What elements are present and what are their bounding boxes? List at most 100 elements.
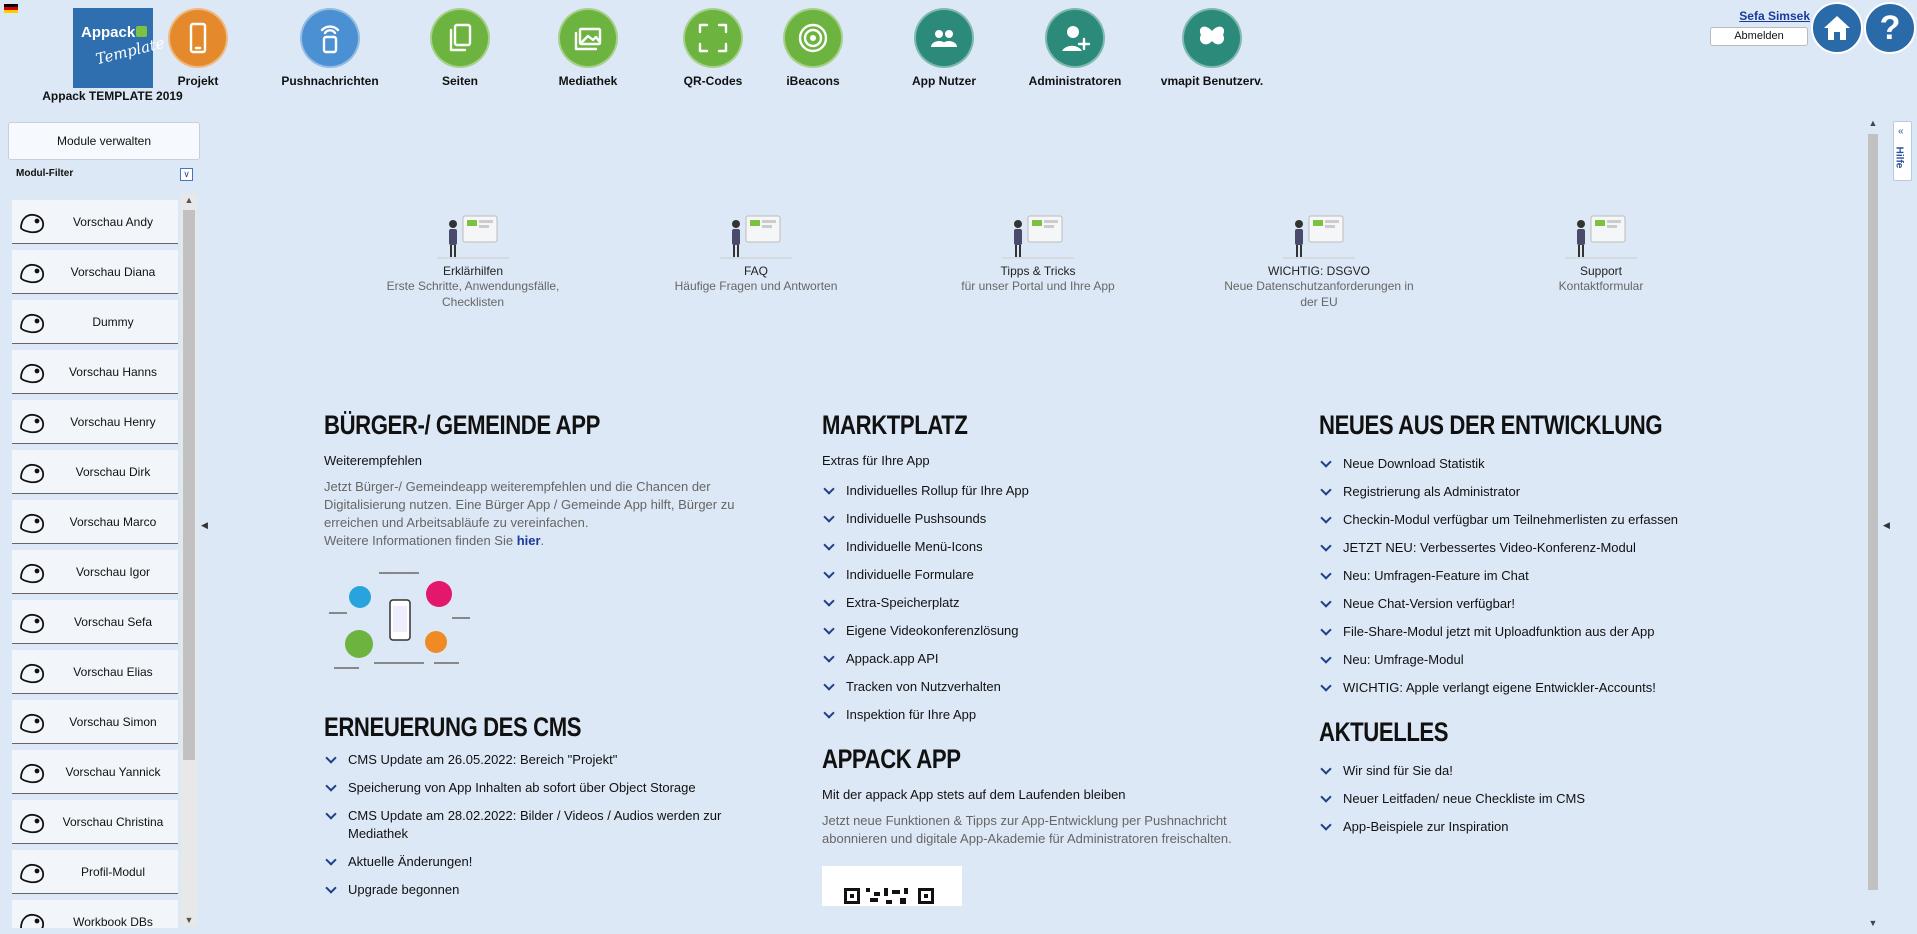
sidebar-scroll-thumb[interactable] — [183, 210, 195, 760]
nav-projekt[interactable]: Projekt — [123, 8, 273, 88]
chevron-list-item[interactable]: Appack.app API — [822, 650, 1242, 668]
chevron-list-item[interactable]: Wir sind für Sie da! — [1319, 762, 1799, 780]
quick-link-card[interactable]: Support Kontaktformular — [1501, 210, 1701, 294]
module-item[interactable]: Dummy — [12, 300, 178, 344]
module-item[interactable]: Vorschau Elias — [12, 650, 178, 694]
section-heading: Marktplatz — [822, 410, 968, 440]
qr-code-image — [822, 866, 962, 906]
chevron-list-item[interactable]: Individuelles Rollup für Ihre App — [822, 482, 1242, 500]
main-scroll-thumb[interactable] — [1868, 134, 1878, 890]
chevron-list-item[interactable]: Registrierung als Administrator — [1319, 483, 1799, 501]
lion-icon — [16, 556, 48, 588]
module-item[interactable]: Vorschau Simon — [12, 700, 178, 744]
module-label: Dummy — [92, 315, 134, 329]
filter-toggle-icon[interactable]: ∨ — [180, 168, 193, 181]
app-name: Appack TEMPLATE 2019 — [42, 89, 183, 103]
nav-pushnachrichten[interactable]: Pushnachrichten — [255, 8, 405, 88]
chevron-list-item[interactable]: App-Beispiele zur Inspiration — [1319, 818, 1799, 836]
chevron-list-item[interactable]: Neu: Umfragen-Feature im Chat — [1319, 567, 1799, 585]
scroll-down-icon[interactable]: ▼ — [181, 915, 197, 925]
nav-administratoren[interactable]: Administratoren — [1000, 8, 1150, 88]
logout-button[interactable]: Abmelden — [1710, 27, 1808, 46]
quick-link-card[interactable]: Tipps & Tricks für unser Portal und Ihre… — [938, 210, 1138, 294]
chevron-list-item[interactable]: Aktuelle Änderungen! — [324, 853, 744, 871]
section-heading: Bürger-/ Gemeinde App — [324, 410, 600, 440]
module-item[interactable]: Vorschau Hanns — [12, 350, 178, 394]
column-buerger-app: Bürger-/ Gemeinde App Weiterempfehlen Je… — [324, 410, 744, 909]
chevron-list-item[interactable]: Extra-Speicherplatz — [822, 594, 1242, 612]
module-item[interactable]: Vorschau Andy — [12, 200, 178, 244]
module-label: Vorschau Igor — [75, 565, 151, 579]
chevron-list-item[interactable]: CMS Update am 28.02.2022: Bilder / Video… — [324, 807, 744, 843]
chevron-list-item[interactable]: Eigene Videokonferenzlösung — [822, 622, 1242, 640]
quick-link-card[interactable]: FAQ Häufige Fragen und Antworten — [656, 210, 856, 294]
chevron-list-item[interactable]: Tracken von Nutzverhalten — [822, 678, 1242, 696]
main-scroll-up-icon[interactable]: ▲ — [1866, 118, 1880, 128]
app-features-diagram[interactable] — [324, 562, 474, 682]
chevron-list-item[interactable]: Individuelle Menü-Icons — [822, 538, 1242, 556]
module-item[interactable]: Vorschau Yannick — [12, 750, 178, 794]
module-label: Vorschau Dirk — [75, 465, 151, 479]
module-item[interactable]: Vorschau Christina — [12, 800, 178, 844]
module-item[interactable]: Vorschau Henry — [12, 400, 178, 444]
chevron-list-item[interactable]: WICHTIG: Apple verlangt eigene Entwickle… — [1319, 679, 1799, 697]
quick-link-title: WICHTIG: DSGVO — [1268, 264, 1370, 278]
section-paragraph: Jetzt Bürger-/ Gemeindeapp weiterempfehl… — [324, 478, 744, 550]
module-item[interactable]: Vorschau Marco — [12, 500, 178, 544]
module-item[interactable]: Vorschau Igor — [12, 550, 178, 594]
module-label: Vorschau Yannick — [65, 765, 161, 779]
chevron-list-item[interactable]: Neu: Umfrage-Modul — [1319, 651, 1799, 669]
cat-icon — [16, 256, 48, 288]
quick-link-card[interactable]: WICHTIG: DSGVO Neue Datenschutzanforderu… — [1219, 210, 1419, 310]
nav-ibeacons[interactable]: iBeacons — [738, 8, 888, 88]
module-label: Vorschau Simon — [69, 715, 157, 729]
sidebar-scrollbar[interactable]: ▲ ▼ — [181, 194, 197, 926]
nav-label: Pushnachrichten — [281, 74, 379, 88]
module-item[interactable]: Workbook DBs — [12, 900, 178, 928]
home-button[interactable] — [1811, 2, 1863, 54]
help-button[interactable]: ? — [1864, 2, 1916, 54]
quick-link-card[interactable]: Erklärhilfen Erste Schritte, Anwendungsf… — [373, 210, 573, 310]
main-scroll-down-icon[interactable]: ▼ — [1866, 918, 1880, 928]
chevron-list-item[interactable]: Inspektion für Ihre App — [822, 706, 1242, 724]
scroll-up-icon[interactable]: ▲ — [181, 195, 197, 205]
bird-icon — [16, 506, 48, 538]
chevron-list-item[interactable]: Speicherung von App Inhalten ab sofort ü… — [324, 779, 744, 797]
module-item[interactable]: Vorschau Dirk — [12, 450, 178, 494]
chevron-list-item[interactable]: CMS Update am 26.05.2022: Bereich "Proje… — [324, 751, 744, 769]
nav-label: Projekt — [177, 74, 219, 88]
module-item[interactable]: Profil-Modul — [12, 850, 178, 894]
chevron-list-item[interactable]: Checkin-Modul verfügbar um Teilnehmerlis… — [1319, 511, 1799, 529]
module-label: Vorschau Hanns — [68, 365, 158, 379]
more-info-link[interactable]: hier — [517, 533, 541, 548]
collapse-right-icon[interactable]: ◀ — [1883, 520, 1890, 531]
module-label: Vorschau Henry — [70, 415, 156, 429]
chevron-list-item[interactable]: Neue Chat-Version verfügbar! — [1319, 595, 1799, 613]
more-info-text: Weitere Informationen finden Sie — [324, 533, 517, 548]
main-scrollbar[interactable]: ▲ ▼ — [1866, 118, 1880, 928]
module-item[interactable]: Vorschau Sefa — [12, 600, 178, 644]
chevron-list-item[interactable]: Neuer Leitfaden/ neue Checkliste im CMS — [1319, 790, 1799, 808]
chevron-list-item[interactable]: Neue Download Statistik — [1319, 455, 1799, 473]
user-profile-link[interactable]: Sefa Simsek — [1739, 9, 1810, 23]
quick-link-title: FAQ — [743, 264, 768, 278]
development-news-list: Neue Download Statistik Registrierung als… — [1319, 455, 1799, 697]
users-icon — [914, 8, 974, 68]
cms-heading: Erneuerung des CMS — [324, 712, 582, 742]
news-heading: Aktuelles — [1319, 717, 1449, 747]
double-chevron-icon: « — [1898, 126, 1904, 137]
language-flag-icon[interactable] — [4, 4, 18, 13]
nav-app-nutzer[interactable]: App Nutzer — [869, 8, 1019, 88]
manage-modules-button[interactable]: Module verwalten — [8, 122, 200, 160]
chevron-list-item[interactable]: JETZT NEU: Verbessertes Video-Konferenz-… — [1319, 539, 1799, 557]
collapse-sidebar-icon[interactable]: ◀ — [201, 520, 208, 531]
module-label: Vorschau Andy — [72, 215, 154, 229]
chevron-list-item[interactable]: File-Share-Modul jetzt mit Uploadfunktio… — [1319, 623, 1799, 641]
chevron-list-item[interactable]: Upgrade begonnen — [324, 881, 744, 899]
nav-label: Administratoren — [1028, 74, 1122, 88]
module-item[interactable]: Vorschau Diana — [12, 250, 178, 294]
chevron-list-item[interactable]: Individuelle Formulare — [822, 566, 1242, 584]
chevron-list-item[interactable]: Individuelle Pushsounds — [822, 510, 1242, 528]
nav-vmapit-benutzerv[interactable]: vmapit Benutzerv. — [1137, 8, 1287, 88]
help-panel-tab[interactable]: « Hilfe — [1893, 121, 1912, 181]
